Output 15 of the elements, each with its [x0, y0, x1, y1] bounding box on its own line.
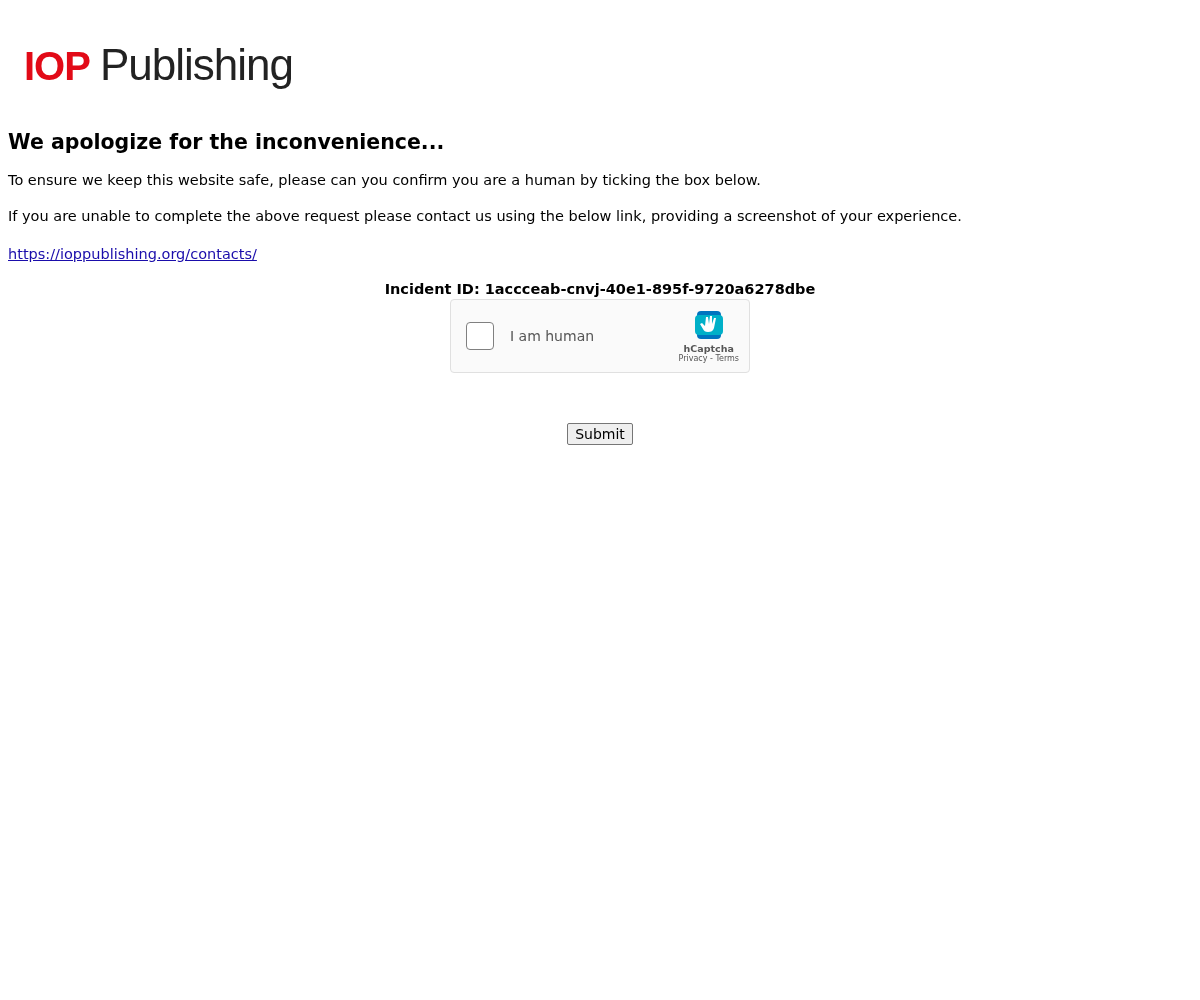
- link-separator: -: [710, 354, 713, 363]
- message-paragraph: If you are unable to complete the above request please contact us using the below link, providing a screenshot of your experience.: [8, 208, 963, 224]
- logo-wordmark: Publishing: [99, 40, 293, 90]
- message-paragraph: To ensure we keep this website safe, please can you confirm you are a human by ticking the box below.: [8, 172, 762, 188]
- privacy-link[interactable]: Privacy: [678, 354, 708, 363]
- incident-id: Incident ID: 1accceab-cnvj-40e1-895f-9720a6278dbe: [384, 281, 816, 297]
- captcha-label: I am human: [510, 328, 596, 344]
- terms-link[interactable]: Terms: [715, 354, 739, 363]
- submit-button[interactable]: Submit: [567, 423, 633, 445]
- page-heading: We apologize for the inconvenience...: [8, 130, 446, 154]
- captcha-brand: hCaptcha: [683, 343, 734, 354]
- captcha-checkbox[interactable]: [466, 322, 494, 350]
- logo-mark: IOP: [24, 44, 90, 89]
- contact-link[interactable]: https://ioppublishing.org/contacts/: [8, 246, 257, 262]
- hand-logo-icon: [692, 309, 725, 341]
